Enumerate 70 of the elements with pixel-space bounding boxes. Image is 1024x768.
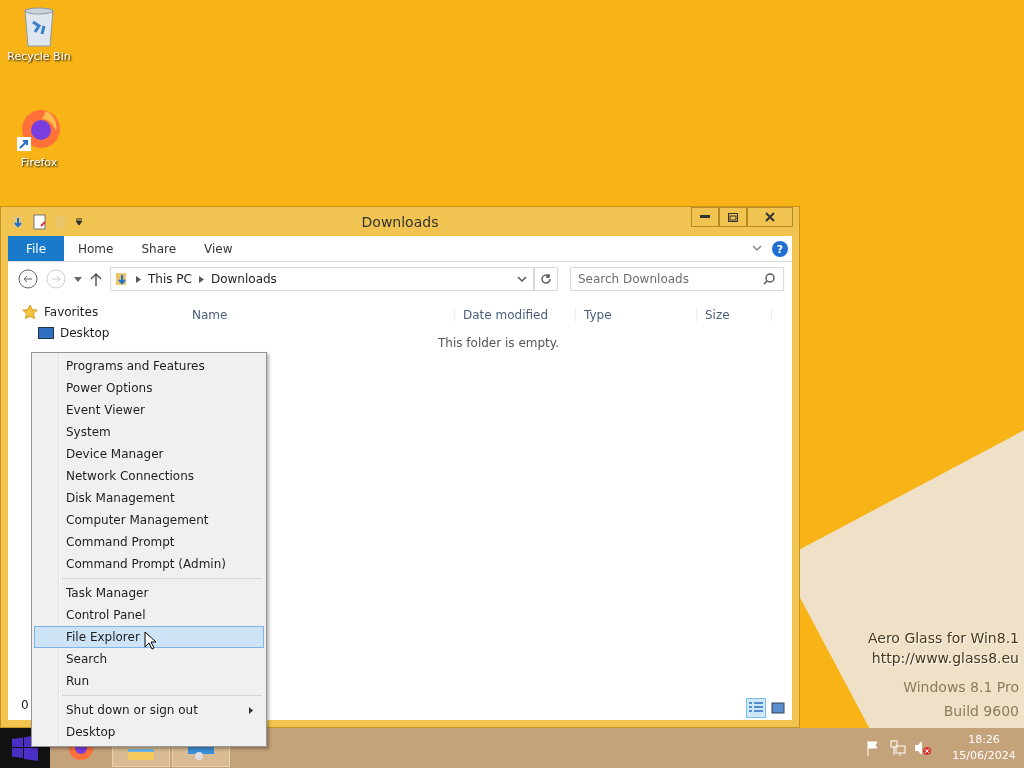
menu-item[interactable]: Command Prompt	[34, 531, 264, 553]
empty-folder-message: This folder is empty.	[438, 336, 560, 350]
menu-item[interactable]: Computer Management	[34, 509, 264, 531]
address-bar[interactable]: This PC Downloads	[110, 267, 534, 291]
menu-item[interactable]: Disk Management	[34, 487, 264, 509]
star-icon	[22, 304, 38, 320]
properties-icon[interactable]	[33, 213, 47, 230]
back-icon[interactable]	[18, 269, 38, 289]
os-version-text: Windows 8.1 Pro	[903, 678, 1019, 697]
menu-item[interactable]: Control Panel	[34, 604, 264, 626]
chevron-right-icon	[136, 275, 141, 283]
folder-download-icon	[115, 271, 129, 287]
muted-speaker-icon[interactable]	[914, 740, 932, 756]
nav-item[interactable]: Desktop	[60, 326, 110, 340]
menu-item[interactable]: Search	[34, 648, 264, 670]
picture-icon	[771, 702, 785, 714]
search-icon	[763, 273, 775, 285]
details-view-button[interactable]	[746, 698, 766, 718]
menu-item[interactable]: Event Viewer	[34, 399, 264, 421]
menu-item[interactable]: File Explorer	[34, 626, 264, 648]
folder-icon	[128, 749, 154, 760]
menu-item[interactable]: Run	[34, 670, 264, 692]
ribbon-tab[interactable]: Share	[127, 236, 191, 261]
breadcrumb-item[interactable]: Downloads	[210, 272, 277, 286]
menu-item[interactable]: System	[34, 421, 264, 443]
nav-item[interactable]: Favorites	[44, 305, 99, 319]
menu-item[interactable]: Task Manager	[34, 582, 264, 604]
column-header[interactable]: Name	[182, 308, 455, 322]
chevron-down-icon[interactable]	[517, 275, 527, 283]
recent-dropdown-icon[interactable]	[74, 276, 82, 282]
submenu-arrow-icon	[249, 706, 253, 714]
close-icon	[765, 212, 775, 222]
up-arrow-icon[interactable]	[90, 272, 102, 286]
mouse-pointer-icon	[144, 631, 156, 650]
menu-item[interactable]: Power Options	[34, 377, 264, 399]
column-header[interactable]: Date modified	[455, 308, 576, 322]
file-tab[interactable]: File	[8, 236, 64, 261]
close-button[interactable]	[747, 207, 793, 227]
chevron-right-icon	[198, 275, 204, 283]
help-icon[interactable]: ?	[772, 240, 788, 257]
chevron-down-icon[interactable]	[752, 245, 762, 252]
ribbon-tab[interactable]: View	[190, 236, 247, 261]
recycle-bin-icon[interactable]	[22, 6, 56, 48]
restore-icon	[728, 212, 738, 222]
column-header[interactable]: Size	[697, 308, 772, 322]
breadcrumb-item[interactable]: This PC	[148, 272, 192, 286]
menu-item[interactable]: Programs and Features	[34, 355, 264, 377]
item-count: 0	[21, 698, 29, 712]
maximize-button[interactable]	[719, 207, 747, 227]
menu-item[interactable]: Command Prompt (Admin)	[34, 553, 264, 575]
menu-item[interactable]: Device Manager	[34, 443, 264, 465]
minimize-icon	[700, 215, 710, 219]
details-list-icon	[749, 702, 763, 714]
firefox-icon[interactable]	[16, 108, 62, 154]
aero-glass-text: http://www.glass8.eu	[871, 649, 1019, 668]
monitor-icon	[38, 327, 54, 339]
menu-item[interactable]: Shut down or sign out	[34, 699, 264, 721]
menu-item[interactable]: Desktop	[34, 721, 264, 743]
menu-item[interactable]: Network Connections	[34, 465, 264, 487]
ribbon-tab[interactable]: Home	[64, 236, 128, 261]
aero-glass-text: Aero Glass for Win8.1	[867, 629, 1019, 648]
os-version-text: Build 9600	[943, 702, 1019, 721]
minimize-button[interactable]	[691, 207, 719, 227]
window-title: Downloads	[360, 213, 440, 230]
column-header[interactable]: Type	[576, 308, 697, 322]
search-field[interactable]: Search Downloads	[570, 267, 784, 291]
dropdown-icon[interactable]	[75, 217, 83, 226]
refresh-button[interactable]	[534, 267, 558, 291]
refresh-icon	[540, 273, 552, 285]
folder-download-icon[interactable]	[11, 213, 25, 230]
